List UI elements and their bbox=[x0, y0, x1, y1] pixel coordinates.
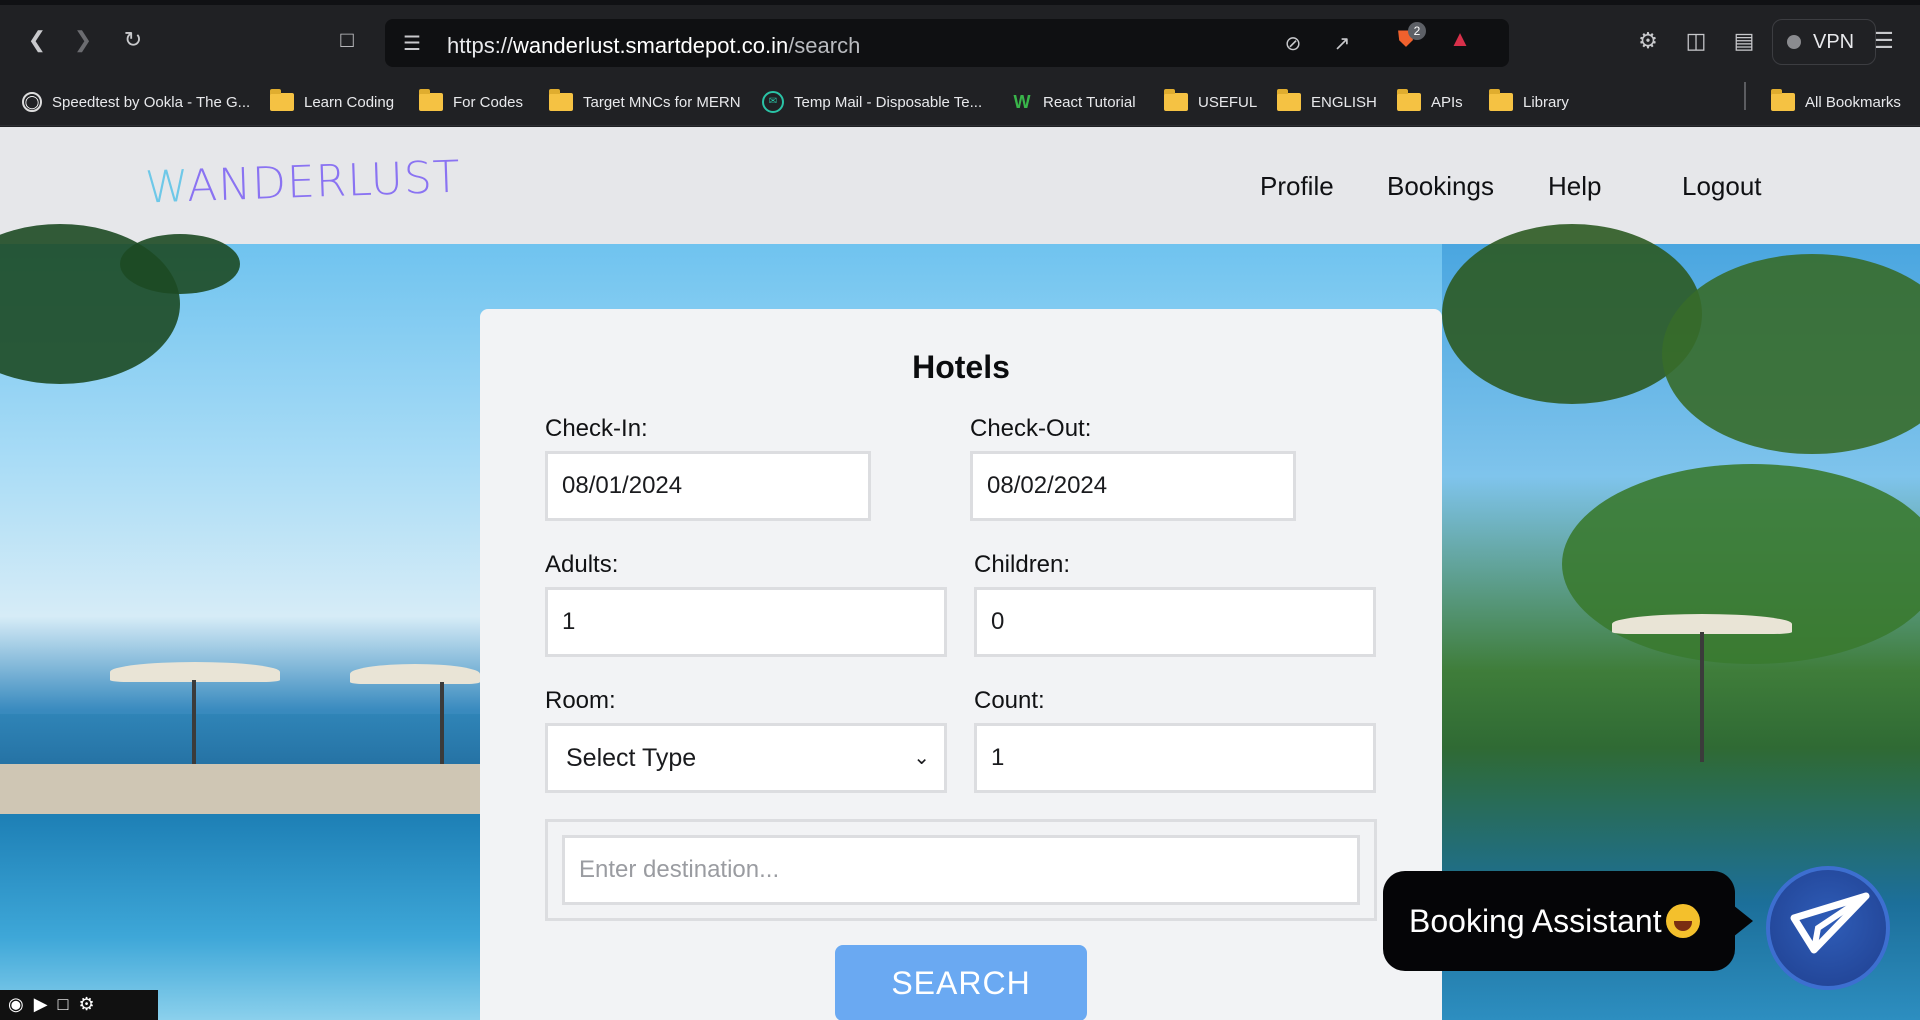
sidebar-icon[interactable]: ◫ bbox=[1682, 27, 1710, 55]
extensions-icon[interactable]: ⚙ bbox=[1634, 27, 1662, 55]
folder-icon bbox=[549, 89, 573, 111]
folder-icon bbox=[1771, 89, 1795, 111]
children-input[interactable]: 0 bbox=[974, 587, 1376, 657]
assistant-label: Booking Assistant bbox=[1409, 903, 1662, 939]
w3schools-icon: W bbox=[1013, 92, 1031, 112]
vpn-status-icon bbox=[1787, 35, 1801, 49]
nav-bookings[interactable]: Bookings bbox=[1387, 171, 1494, 202]
nav-profile[interactable]: Profile bbox=[1260, 171, 1334, 202]
chevron-down-icon: ⌄ bbox=[913, 747, 930, 769]
site-header: WANDERLUST Profile Bookings Help Logout bbox=[0, 127, 1920, 244]
bookmark-item[interactable]: ✉ Temp Mail - Disposable Te... bbox=[762, 88, 982, 116]
pool-deck bbox=[0, 764, 480, 814]
checkin-date-input[interactable]: 08/01/2024 bbox=[545, 451, 871, 521]
back-icon[interactable]: ❮ bbox=[24, 27, 50, 53]
room-count-input[interactable]: 1 bbox=[974, 723, 1376, 793]
checkout-label: Check-Out: bbox=[970, 415, 1092, 442]
address-bar[interactable]: ☰ https://wanderlust.smartdepot.co.in/se… bbox=[385, 19, 1509, 67]
nav-help[interactable]: Help bbox=[1548, 171, 1601, 202]
destination-container: Enter destination... bbox=[545, 819, 1377, 921]
forward-icon[interactable]: ❯ bbox=[70, 27, 96, 53]
folder-icon bbox=[1164, 89, 1188, 111]
vpn-button[interactable]: VPN bbox=[1772, 19, 1876, 65]
palm-leaves bbox=[120, 234, 240, 294]
speedtest-icon: ◯ bbox=[22, 92, 42, 112]
bookmarks-separator bbox=[1744, 82, 1746, 110]
beach-umbrella bbox=[350, 664, 480, 684]
hotel-search-card: Hotels Check-In: 08/01/2024 Check-Out: 0… bbox=[480, 309, 1442, 1020]
bookmark-item[interactable]: W React Tutorial bbox=[1011, 88, 1136, 116]
count-label: Count: bbox=[974, 687, 1045, 714]
shield-badge: 2 bbox=[1408, 22, 1426, 40]
site-logo[interactable]: WANDERLUST bbox=[144, 152, 461, 214]
assistant-launcher-icon[interactable] bbox=[1766, 866, 1890, 990]
bookmark-item[interactable]: USEFUL bbox=[1164, 88, 1257, 116]
capture-toolbar: ◉ ▶ □ ⚙ bbox=[0, 990, 158, 1020]
folder-icon bbox=[270, 89, 294, 111]
adults-input[interactable]: 1 bbox=[545, 587, 947, 657]
window-icon[interactable]: □ bbox=[58, 994, 69, 1016]
bookmark-item[interactable]: For Codes bbox=[419, 88, 523, 116]
bookmark-icon[interactable]: □ bbox=[334, 27, 360, 53]
folder-icon bbox=[1397, 89, 1421, 111]
folder-icon bbox=[1489, 89, 1513, 111]
search-button[interactable]: SEARCH bbox=[835, 945, 1087, 1020]
booking-assistant-bubble[interactable]: Booking Assistant bbox=[1383, 871, 1753, 971]
location-off-icon[interactable]: ⊘ bbox=[1280, 31, 1306, 57]
card-title: Hotels bbox=[912, 349, 1010, 385]
bookmark-item[interactable]: Target MNCs for MERN bbox=[549, 88, 741, 116]
room-type-value: Select Type bbox=[566, 744, 697, 772]
folder-icon bbox=[419, 89, 443, 111]
url-text[interactable]: https://wanderlust.smartdepot.co.in/sear… bbox=[447, 33, 860, 59]
paper-plane-icon bbox=[1790, 892, 1870, 954]
palm-leaves bbox=[1442, 224, 1702, 404]
tempmail-icon: ✉ bbox=[762, 91, 784, 113]
video-icon[interactable]: ▶ bbox=[34, 994, 48, 1016]
share-icon[interactable]: ↗ bbox=[1329, 31, 1355, 57]
checkout-date-input[interactable]: 08/02/2024 bbox=[970, 451, 1296, 521]
room-label: Room: bbox=[545, 687, 616, 714]
bookmark-item[interactable]: ENGLISH bbox=[1277, 88, 1377, 116]
wallet-icon[interactable]: ▤ bbox=[1730, 27, 1758, 55]
bookmarks-bar: ◯ Speedtest by Ookla - The G... Learn Cod… bbox=[0, 78, 1920, 126]
menu-icon[interactable]: ☰ bbox=[1870, 27, 1898, 55]
site-settings-icon[interactable]: ☰ bbox=[399, 31, 425, 57]
bookmark-item[interactable]: APIs bbox=[1397, 88, 1463, 116]
settings-gear-icon[interactable]: ⚙ bbox=[78, 994, 94, 1016]
nav-logout[interactable]: Logout bbox=[1682, 171, 1762, 202]
checkin-label: Check-In: bbox=[545, 415, 648, 442]
browser-toolbar: ❮ ❯ ↻ □ ☰ https://wanderlust.smartdepot.… bbox=[0, 0, 1920, 78]
room-type-select[interactable]: Select Type ⌄ bbox=[545, 723, 947, 793]
beach-umbrella bbox=[110, 662, 280, 682]
beach-umbrella bbox=[1612, 614, 1792, 634]
destination-input[interactable]: Enter destination... bbox=[562, 835, 1360, 905]
bookmark-item[interactable]: Library bbox=[1489, 88, 1569, 116]
bookmark-item[interactable]: Learn Coding bbox=[270, 88, 394, 116]
tree-canopy bbox=[1562, 464, 1920, 664]
folder-icon bbox=[1277, 89, 1301, 111]
all-bookmarks[interactable]: All Bookmarks bbox=[1771, 88, 1901, 116]
children-label: Children: bbox=[974, 551, 1071, 578]
grinning-emoji-icon bbox=[1665, 903, 1700, 938]
bookmark-item[interactable]: ◯ Speedtest by Ookla - The G... bbox=[22, 88, 250, 116]
page-viewport: WANDERLUST Profile Bookings Help Logout … bbox=[0, 127, 1920, 1020]
adults-label: Adults: bbox=[545, 551, 619, 578]
brave-rewards-icon[interactable]: ▲ bbox=[1446, 25, 1474, 53]
palm-leaves bbox=[1662, 254, 1920, 454]
reload-icon[interactable]: ↻ bbox=[120, 27, 146, 53]
camera-icon[interactable]: ◉ bbox=[8, 994, 24, 1016]
umbrella-pole bbox=[1700, 632, 1704, 762]
